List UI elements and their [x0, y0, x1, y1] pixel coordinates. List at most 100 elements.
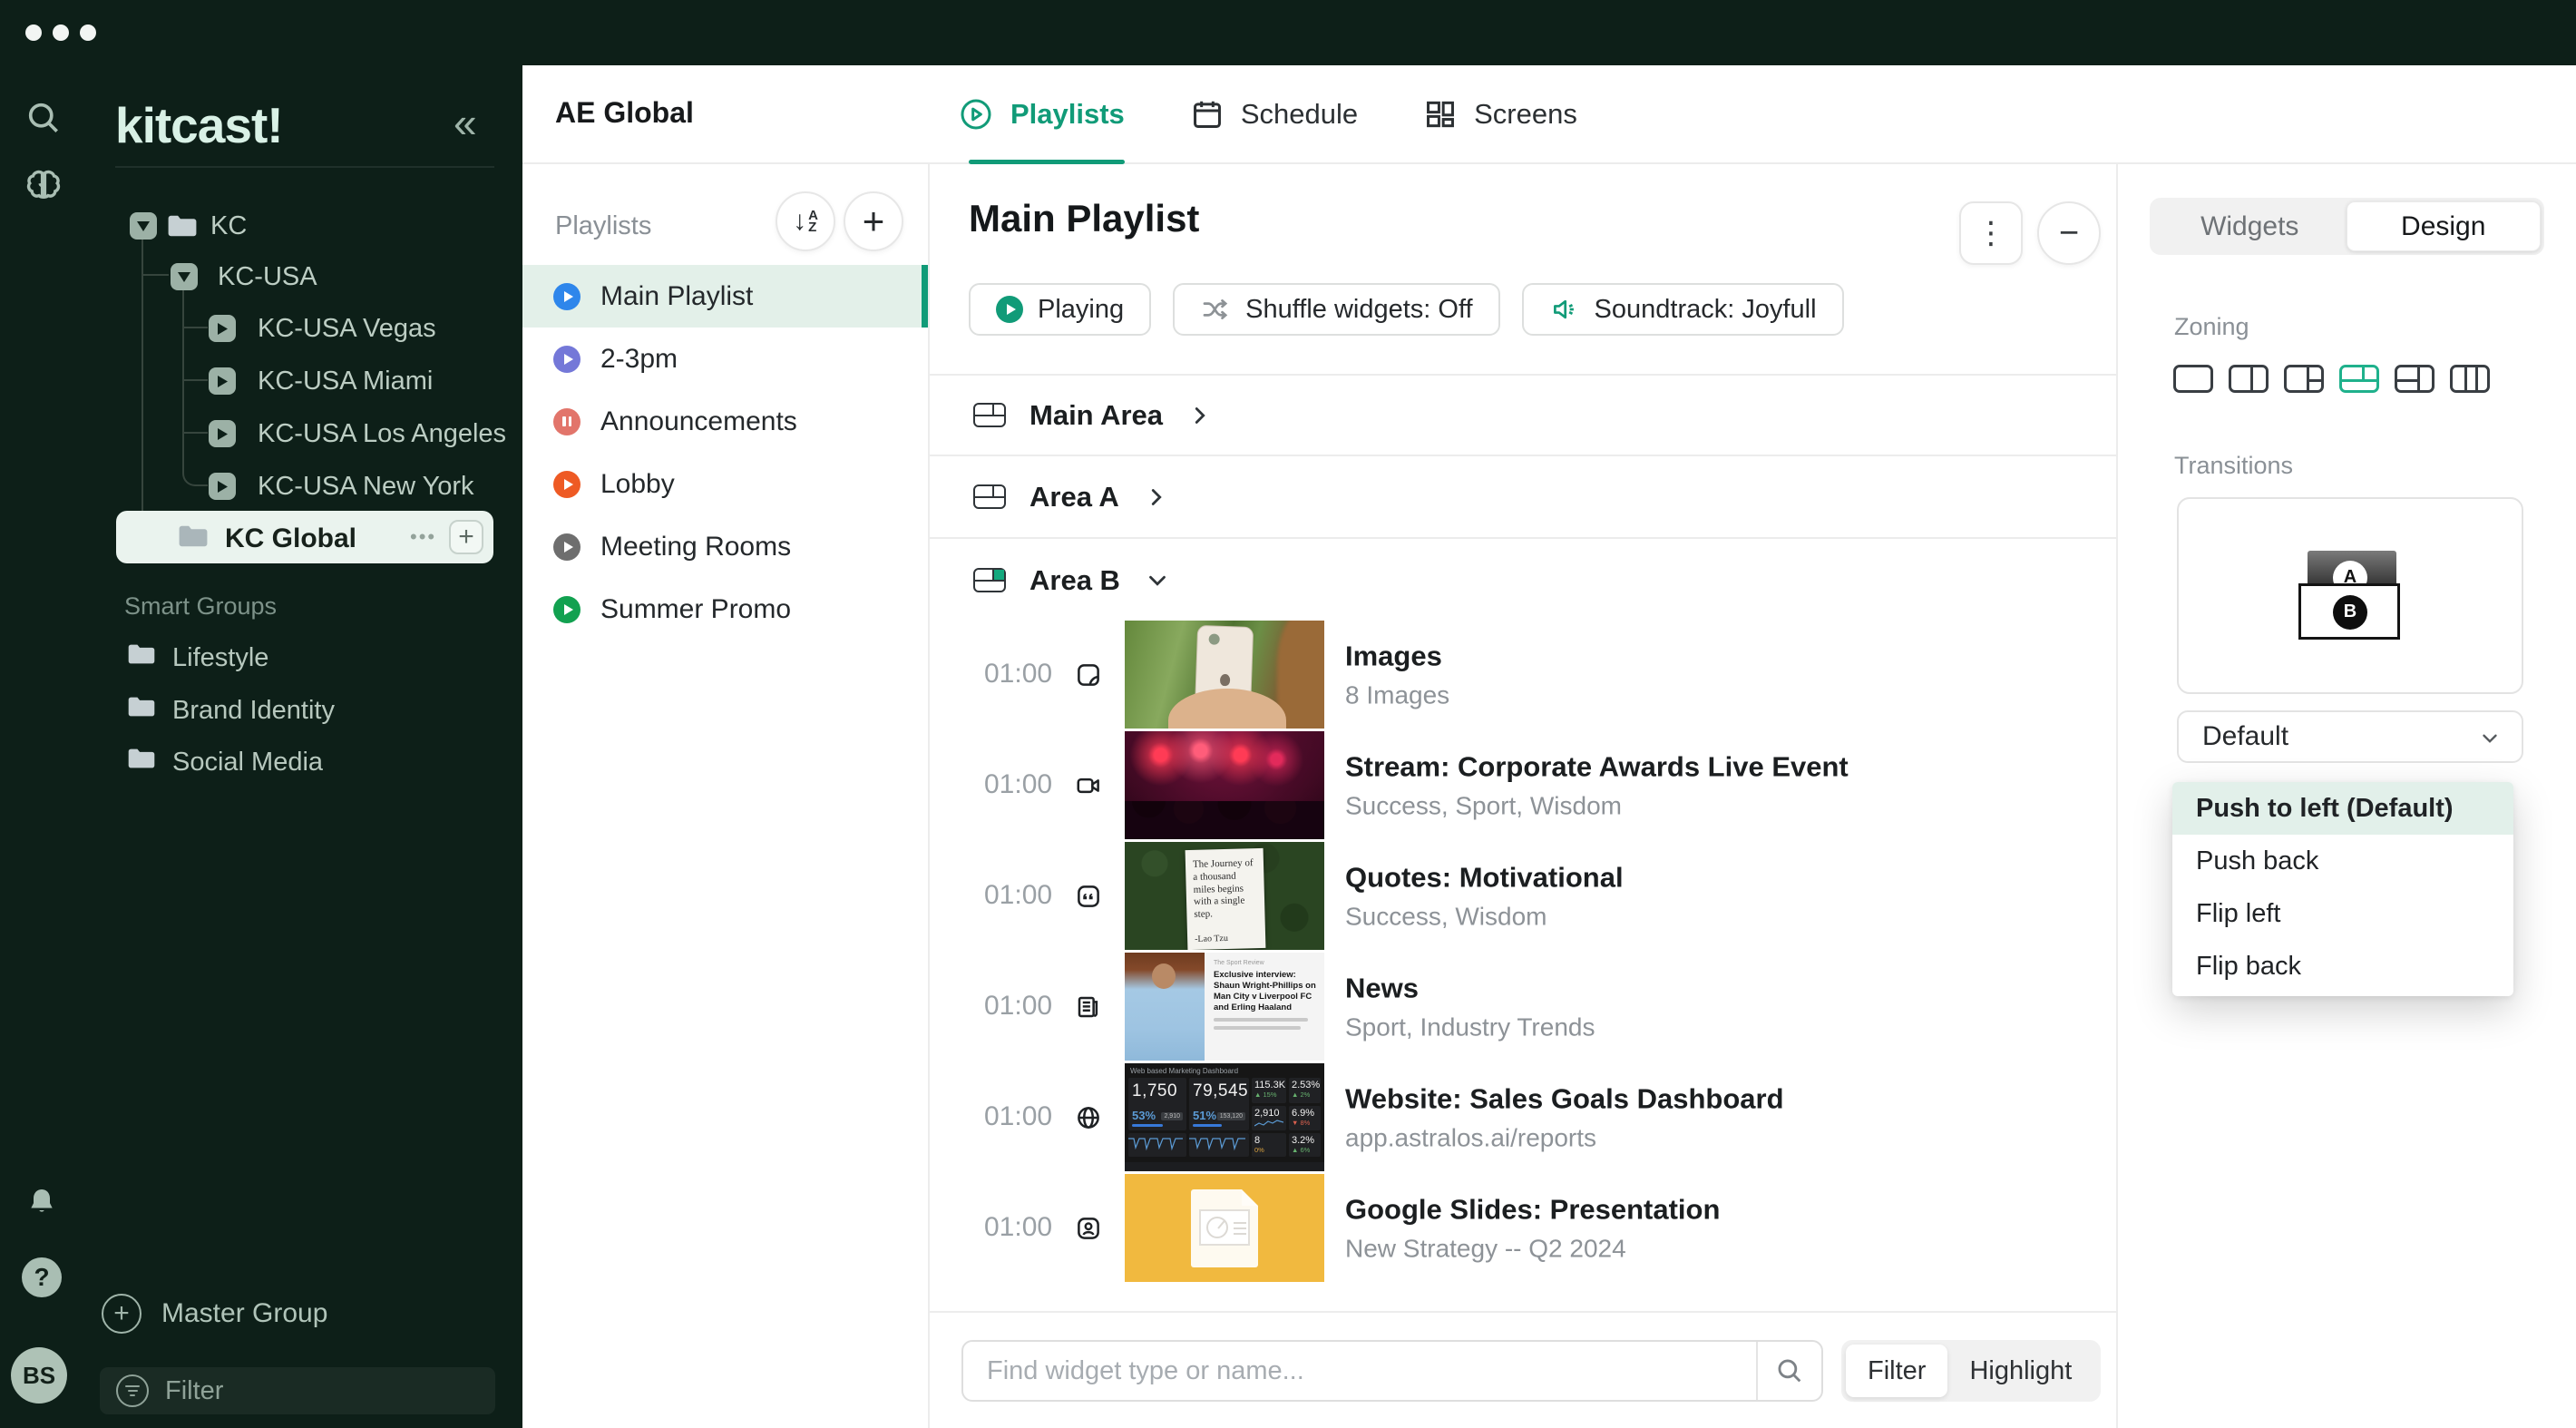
widget-thumbnail[interactable]: [1125, 1174, 1324, 1282]
zoning-option-top-split-selected[interactable]: [2339, 365, 2379, 393]
widget-subtitle: New Strategy -- Q2 2024: [1345, 1234, 1720, 1263]
widget-thumbnail[interactable]: The Sport Review Exclusive interview: Sh…: [1125, 953, 1324, 1061]
widget-row-news[interactable]: 01:00 The Sport Review Exclusive intervi…: [930, 953, 2118, 1061]
news-headline: Exclusive interview: Shaun Wright-Philli…: [1214, 970, 1317, 1013]
widget-thumbnail[interactable]: The Journey of a thousand miles begins w…: [1125, 842, 1324, 950]
duration-value: 01:00: [984, 769, 1052, 800]
divider: [1756, 1342, 1758, 1400]
search-icon[interactable]: [24, 98, 63, 138]
shuffle-widgets-button[interactable]: Shuffle widgets: Off: [1173, 283, 1499, 336]
add-playlist-button[interactable]: +: [449, 520, 483, 554]
zoning-option-full[interactable]: [2173, 365, 2213, 393]
playlist-item[interactable]: Summer Promo: [522, 578, 928, 641]
tab-screens[interactable]: Screens: [1423, 97, 1577, 132]
dropdown-option-flip-left[interactable]: Flip left: [2172, 887, 2513, 940]
playlist-item[interactable]: Announcements: [522, 390, 928, 453]
widget-thumbnail[interactable]: Web based Marketing Dashboard 1,750 53% …: [1125, 1063, 1324, 1171]
widget-row-quotes[interactable]: 01:00 The Journey of a thousand miles be…: [930, 842, 2118, 950]
collapse-arrow-icon[interactable]: [130, 212, 157, 240]
play-badge-icon: [209, 315, 236, 342]
mode-highlight[interactable]: Highlight: [1947, 1345, 2093, 1397]
playlist-item[interactable]: Main Playlist: [522, 265, 928, 328]
widget-row-google-slides[interactable]: 01:00 Google Slides: Presentation New St…: [930, 1174, 2118, 1282]
playlist-item[interactable]: 2-3pm: [522, 328, 928, 390]
tab-playlists[interactable]: Playlists: [958, 96, 1125, 132]
dropdown-option-push-back[interactable]: Push back: [2172, 835, 2513, 887]
avatar[interactable]: BS: [11, 1347, 67, 1404]
zoning-options: [2173, 365, 2490, 393]
widget-row-stream[interactable]: 01:00 Stream: Corporate Awards Live Even…: [930, 731, 2118, 839]
transitions-label: Transitions: [2174, 452, 2293, 480]
metric-value: 6.9%: [1292, 1108, 1318, 1119]
window-dot[interactable]: [25, 24, 42, 41]
duration-value: 01:00: [984, 880, 1052, 911]
widget-thumbnail[interactable]: [1125, 621, 1324, 729]
widget-row-website[interactable]: 01:00 Web based Marketing Dashboard 1,75…: [930, 1063, 2118, 1171]
play-status-icon: [553, 283, 581, 310]
play-status-icon: [553, 346, 581, 373]
zoning-option-right-split[interactable]: [2284, 365, 2324, 393]
areas-list: Main Area Area A Area B: [930, 374, 2118, 621]
playlist-menu-button[interactable]: ⋮: [1959, 201, 2023, 265]
playlist-item[interactable]: Lobby: [522, 453, 928, 515]
search-icon[interactable]: [1774, 1355, 1805, 1386]
tree-connector: [182, 327, 208, 328]
widget-subtitle: 8 Images: [1345, 680, 1449, 709]
window-controls[interactable]: [25, 24, 107, 45]
minus-icon: −: [2059, 214, 2079, 253]
dropdown-option-flip-back[interactable]: Flip back: [2172, 940, 2513, 993]
playlists-panel: Playlists ↓ AZ + Main Playlist 2-3pm Ann…: [522, 164, 930, 1428]
zoning-option-two-columns[interactable]: [2229, 365, 2269, 393]
add-playlist-button[interactable]: +: [844, 191, 903, 251]
widget-search: [961, 1340, 1823, 1402]
sort-playlists-button[interactable]: ↓ AZ: [776, 191, 835, 251]
tree-item-kc-global-selected[interactable]: KC Global ••• +: [116, 511, 493, 563]
pause-status-icon: [553, 408, 581, 435]
play-badge-icon: [209, 420, 236, 447]
tab-widgets[interactable]: Widgets: [2153, 201, 2347, 251]
tab-schedule[interactable]: Schedule: [1190, 97, 1358, 132]
metric-value: 2.53%: [1292, 1080, 1318, 1091]
collapse-arrow-icon[interactable]: [171, 263, 198, 290]
playing-status-button[interactable]: Playing: [969, 283, 1151, 336]
brain-icon[interactable]: [22, 165, 65, 209]
chevron-right-icon[interactable]: [1143, 484, 1170, 511]
soundtrack-button[interactable]: Soundtrack: Joyfull: [1522, 283, 1844, 336]
area-row-b-expanded[interactable]: Area B: [930, 539, 2118, 621]
globe-icon: [1075, 1104, 1102, 1131]
window-dot[interactable]: [80, 24, 96, 41]
widget-row-images[interactable]: 01:00 Images 8 Images: [930, 621, 2118, 729]
zoning-option-three-columns[interactable]: [2450, 365, 2490, 393]
widget-title: Google Slides: Presentation: [1345, 1193, 1720, 1226]
calendar-icon: [1190, 97, 1225, 132]
zoning-option-left-split[interactable]: [2395, 365, 2435, 393]
folder-icon: [167, 213, 198, 239]
widget-thumbnail[interactable]: [1125, 731, 1324, 839]
play-status-icon: [553, 596, 581, 623]
chevron-right-icon[interactable]: [1186, 402, 1214, 429]
area-row-a[interactable]: Area A: [930, 456, 2118, 539]
widget-search-input[interactable]: [963, 1342, 1743, 1400]
dropdown-option-push-to-left[interactable]: Push to left (Default): [2172, 782, 2513, 835]
chevron-down-icon[interactable]: [1144, 567, 1171, 594]
folder-icon: [178, 523, 209, 549]
kebab-icon: ⋮: [1976, 215, 2006, 251]
play-icon: [996, 296, 1023, 323]
collapse-sidebar-icon[interactable]: «: [454, 102, 477, 143]
folder-icon: [127, 695, 156, 719]
area-row-main[interactable]: Main Area: [930, 374, 2118, 456]
widget-subtitle: app.astralos.ai/reports: [1345, 1123, 1784, 1152]
playlist-item[interactable]: Meeting Rooms: [522, 515, 928, 578]
transition-select[interactable]: Default: [2177, 710, 2523, 763]
bell-icon[interactable]: [24, 1185, 60, 1221]
window-dot[interactable]: [53, 24, 69, 41]
tab-design[interactable]: Design: [2347, 201, 2542, 251]
collapse-all-button[interactable]: −: [2037, 201, 2101, 265]
sidebar-filter-input[interactable]: Filter: [100, 1367, 495, 1414]
transition-preview: A B: [2177, 497, 2523, 694]
mode-filter[interactable]: Filter: [1846, 1345, 1947, 1397]
master-group-button[interactable]: + Master Group: [102, 1294, 327, 1334]
more-options-icon[interactable]: •••: [410, 525, 436, 549]
help-icon[interactable]: ?: [22, 1257, 62, 1297]
dashboard-title: Web based Marketing Dashboard: [1130, 1067, 1238, 1075]
